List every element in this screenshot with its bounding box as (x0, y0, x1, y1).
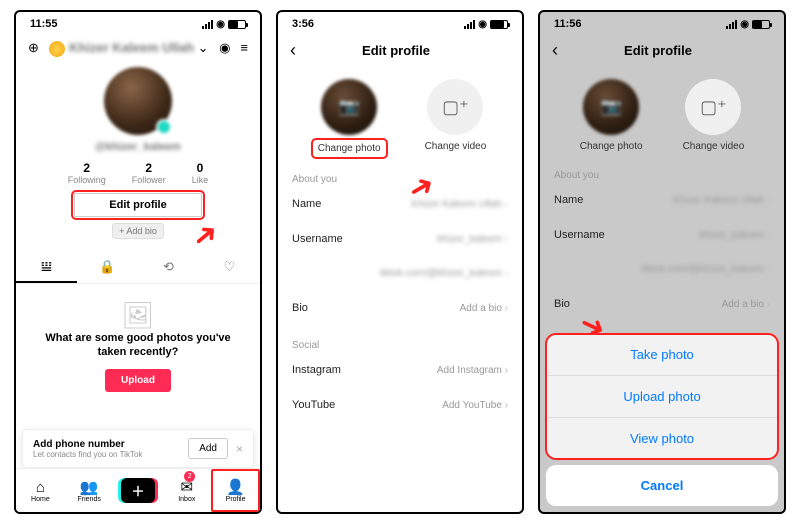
profile-header: ⊕ Khizer Kaleem Ullah ⌄ ◉ ≡ (16, 36, 260, 61)
sheet-upload-photo[interactable]: Upload photo (546, 375, 778, 417)
time: 3:56 (292, 18, 314, 30)
row-youtube[interactable]: YouTubeAdd YouTube (292, 388, 508, 423)
row-name[interactable]: NameKhizer Kaleem Ullah (554, 183, 770, 218)
media-row: 📷 Change photo ➜ ▢⁺ Change video (278, 79, 522, 156)
stat-likes[interactable]: 0Like (192, 161, 209, 185)
wifi-icon: ◉ (478, 19, 487, 30)
media-row: 📷 Change photo ▢⁺ Change video (540, 79, 784, 152)
coin-icon[interactable] (49, 41, 65, 57)
profile-screen: 11:55 ◉ ⊕ Khizer Kaleem Ullah ⌄ ◉ ≡ @khiz… (14, 10, 262, 514)
verified-badge (156, 119, 172, 135)
tab-grid[interactable]: 𝍎 (16, 253, 77, 283)
status-bar: 11:56 ◉ (540, 12, 784, 36)
tab-likes[interactable]: ♡ (199, 253, 260, 283)
video-icon: ▢⁺ (700, 97, 727, 118)
sheet-take-photo[interactable]: Take photo (546, 334, 778, 375)
photo-icon: 🖼 (36, 300, 240, 331)
time: 11:56 (554, 18, 582, 30)
row-username[interactable]: Usernamekhizer_kaleem (292, 222, 508, 257)
signal-icon (726, 20, 737, 29)
change-video[interactable]: ▢⁺ Change video (425, 79, 487, 156)
page-title: Edit profile (296, 43, 496, 58)
stats: 2Following 2Follower 0Like (16, 161, 260, 185)
wifi-icon: ◉ (740, 19, 749, 30)
add-user-icon[interactable]: ⊕ (28, 40, 39, 56)
battery-icon (228, 20, 246, 29)
battery-icon (752, 20, 770, 29)
content-tabs: 𝍎 🔒 ⟲ ♡ (16, 253, 260, 284)
tab-locked[interactable]: 🔒 (77, 253, 138, 283)
section-social: Social (292, 340, 508, 351)
edit-profile-screen: 3:56 ◉ ‹ Edit profile 📷 Change photo ➜ ▢… (276, 10, 524, 514)
row-bio[interactable]: BioAdd a bio (292, 291, 508, 326)
camera-icon: 📷 (321, 79, 377, 135)
change-video[interactable]: ▢⁺ Change video (683, 79, 745, 152)
row-link[interactable]: tiktok.com/@khizer_kaleem (292, 257, 508, 291)
status-bar: 11:55 ◉ (16, 12, 260, 36)
nav-home[interactable]: ⌂Home (16, 469, 65, 512)
phone-banner: Add phone numberLet contacts find you on… (22, 429, 254, 468)
battery-icon (490, 20, 508, 29)
sheet-view-photo[interactable]: View photo (546, 417, 778, 459)
row-link[interactable]: tiktok.com/@khizer_kaleem (554, 253, 770, 287)
nav-create[interactable]: ＋ (114, 469, 163, 512)
time: 11:55 (30, 18, 58, 30)
video-icon: ▢⁺ (442, 97, 469, 118)
row-name[interactable]: NameKhizer Kaleem Ullah (292, 187, 508, 222)
page-title: Edit profile (558, 43, 758, 58)
upload-button[interactable]: Upload (105, 369, 171, 392)
row-username[interactable]: Usernamekhizer_kaleem (554, 218, 770, 253)
header: ‹ Edit profile (540, 36, 784, 65)
camera-icon: 📷 (583, 79, 639, 135)
menu-icon[interactable]: ≡ (240, 40, 248, 55)
change-photo[interactable]: 📷 Change photo ➜ (314, 79, 385, 156)
section-about: About you (554, 170, 770, 181)
nav-profile[interactable]: 👤Profile (211, 469, 260, 512)
action-sheet: Take photo Upload photo View photo Cance… (540, 328, 784, 512)
sheet-cancel[interactable]: Cancel (546, 465, 778, 506)
handle: @khizer_kaleem (16, 141, 260, 153)
bottom-nav: ⌂Home 👥Friends ＋ ✉2Inbox 👤Profile (16, 468, 260, 512)
edit-profile-button[interactable]: Edit profile (74, 193, 201, 217)
signal-icon (464, 20, 475, 29)
close-icon[interactable]: × (236, 442, 243, 456)
signal-icon (202, 20, 213, 29)
change-photo[interactable]: 📷 Change photo (580, 79, 643, 152)
empty-text: What are some good photos you've taken r… (36, 331, 240, 360)
wifi-icon: ◉ (216, 19, 225, 30)
status-bar: 3:56 ◉ (278, 12, 522, 36)
nav-inbox[interactable]: ✉2Inbox (162, 469, 211, 512)
edit-profile-sheet-screen: 11:56 ◉ ‹ Edit profile 📷 Change photo ▢⁺… (538, 10, 786, 514)
avatar[interactable] (104, 67, 172, 135)
row-instagram[interactable]: InstagramAdd Instagram (292, 353, 508, 388)
add-phone-button[interactable]: Add (188, 438, 228, 459)
tab-reposts[interactable]: ⟲ (138, 253, 199, 283)
empty-state: 🖼 What are some good photos you've taken… (16, 284, 260, 409)
stat-followers[interactable]: 2Follower (132, 161, 166, 185)
add-bio-button[interactable]: + Add bio (112, 223, 164, 239)
username-dropdown[interactable]: Khizer Kaleem Ullah (69, 40, 194, 55)
chevron-down-icon: ⌄ (198, 40, 209, 55)
arrow-icon: ➜ (185, 214, 227, 257)
nav-friends[interactable]: 👥Friends (65, 469, 114, 512)
section-about: About you (292, 174, 508, 185)
stat-following[interactable]: 2Following (68, 161, 106, 185)
eye-icon[interactable]: ◉ (219, 40, 230, 55)
header: ‹ Edit profile (278, 36, 522, 65)
